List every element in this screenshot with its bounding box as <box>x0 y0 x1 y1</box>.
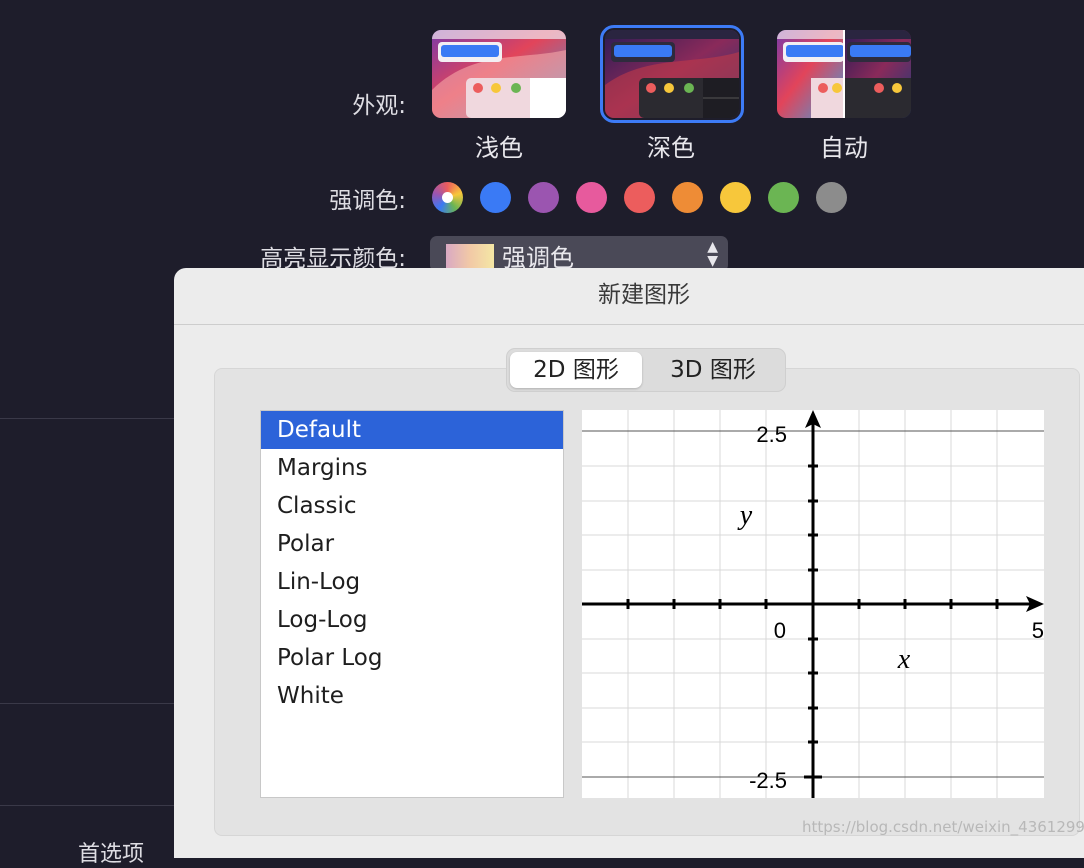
template-list-item[interactable]: Classic <box>261 487 563 525</box>
tab-2d-graph[interactable]: 2D 图形 <box>510 352 642 388</box>
template-list-item[interactable]: Log-Log <box>261 601 563 639</box>
highlight-color-swatch <box>446 244 494 268</box>
appearance-dark-label: 深色 <box>647 134 695 162</box>
appearance-dark-thumbnail[interactable] <box>600 25 744 123</box>
appearance-light-thumbnail[interactable] <box>432 30 566 118</box>
template-list-item[interactable]: Default <box>261 411 563 449</box>
origin-label: 0 <box>774 618 786 643</box>
watermark: https://blog.csdn.net/weixin_43612997 <box>802 818 1084 836</box>
template-list-item[interactable]: Polar Log <box>261 639 563 677</box>
x-axis-name: x <box>897 644 911 675</box>
graph-preview: 2.5 -2.5 0 5 x y <box>582 410 1044 798</box>
accent-pink-swatch[interactable] <box>576 182 607 213</box>
partial-bottom-text: 首选项 <box>78 842 145 867</box>
sidebar-divider <box>0 805 175 806</box>
sidebar-divider <box>0 703 175 704</box>
chevron-updown-icon: ▲ ▼ <box>707 239 718 269</box>
accent-green-swatch[interactable] <box>768 182 799 213</box>
accent-purple-swatch[interactable] <box>528 182 559 213</box>
template-list-item[interactable]: Margins <box>261 449 563 487</box>
template-list-item[interactable]: White <box>261 677 563 715</box>
appearance-auto-label: 自动 <box>820 134 868 162</box>
appearance-light-label: 浅色 <box>475 134 523 162</box>
accent-red-swatch[interactable] <box>624 182 655 213</box>
template-list: Default Margins Classic Polar Lin-Log Lo… <box>260 410 564 798</box>
dialog-title: 新建图形 <box>174 268 1084 325</box>
y-bottom-tick-label: -2.5 <box>749 768 787 793</box>
accent-multicolor-swatch[interactable] <box>432 182 463 213</box>
sidebar-divider <box>0 418 175 419</box>
accent-graphite-swatch[interactable] <box>816 182 847 213</box>
accent-yellow-swatch[interactable] <box>720 182 751 213</box>
graph-preview-plot: 2.5 -2.5 0 5 x y <box>582 410 1044 798</box>
x-right-tick-label: 5 <box>1032 618 1044 643</box>
new-graph-dialog: 新建图形 2D 图形 3D 图形 Default Margins Classic… <box>174 268 1084 858</box>
accent-orange-swatch[interactable] <box>672 182 703 213</box>
y-axis-name: y <box>737 500 753 531</box>
graph-type-segmented-control: 2D 图形 3D 图形 <box>506 348 786 392</box>
tab-3d-graph[interactable]: 3D 图形 <box>645 352 781 388</box>
highlight-color-popup[interactable]: 强调色 ▲ ▼ <box>430 236 728 272</box>
template-list-item[interactable]: Polar <box>261 525 563 563</box>
y-top-tick-label: 2.5 <box>756 422 787 447</box>
accent-color-label: 强调色: <box>329 188 406 214</box>
appearance-auto-thumbnail[interactable] <box>777 30 911 118</box>
template-list-item[interactable]: Lin-Log <box>261 563 563 601</box>
appearance-label: 外观: <box>352 93 406 119</box>
accent-blue-swatch[interactable] <box>480 182 511 213</box>
